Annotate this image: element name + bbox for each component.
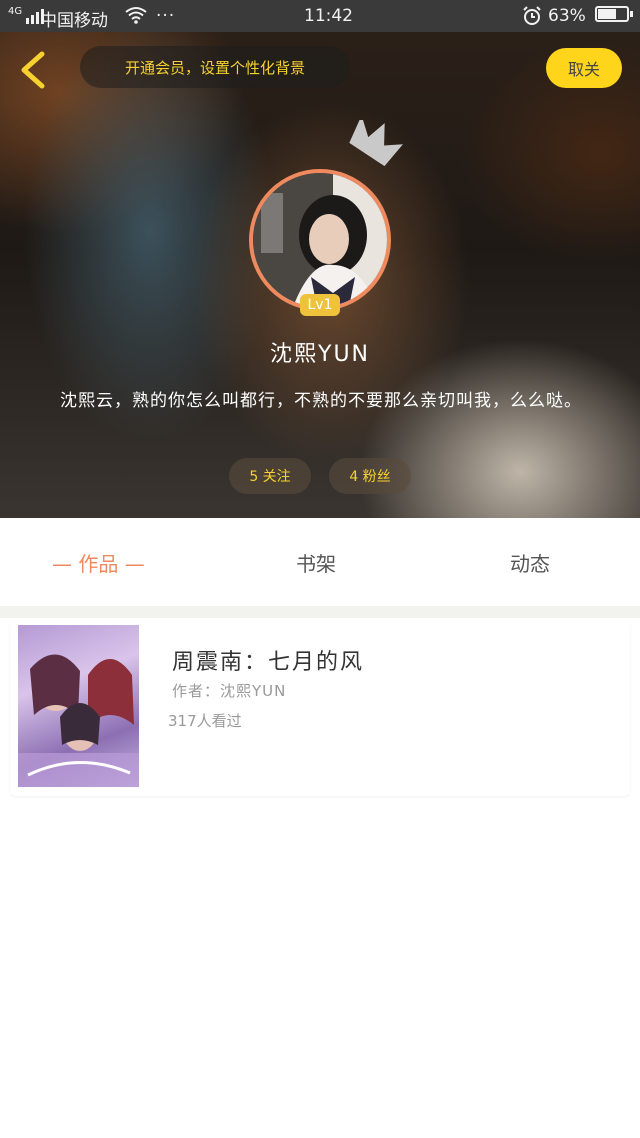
book-card[interactable]: 周震南：七月的风 作者：沈熙YUN 317人看过 [10, 618, 630, 796]
book-cover[interactable] [18, 625, 139, 787]
tab-works[interactable]: — 作品 — [52, 548, 145, 577]
book-author: 作者：沈熙YUN [172, 682, 287, 700]
divider [0, 606, 640, 618]
profile-header: 开通会员，设置个性化背景 取关 Lv1 沈熙YUN 沈熙云，熟的你怎么叫都行，不… [0, 32, 640, 518]
fans-count-button[interactable]: 4 粉丝 [329, 458, 411, 494]
tab-bookshelf[interactable]: 书架 [296, 548, 336, 577]
alarm-icon [523, 6, 541, 25]
network-type: 4G [8, 6, 23, 17]
unfollow-button[interactable]: 取关 [546, 48, 622, 88]
back-arrow-icon[interactable] [14, 50, 54, 90]
battery-percent: 63% [548, 6, 586, 26]
book-title[interactable]: 周震南：七月的风 [172, 644, 364, 676]
profile-tabs: — 作品 — 书架 动态 [0, 518, 640, 606]
vip-background-promo[interactable]: 开通会员，设置个性化背景 [80, 46, 350, 88]
book-view-count: 317人看过 [168, 712, 242, 730]
signal-icon: 4G [8, 6, 45, 24]
level-badge: Lv1 [300, 294, 340, 316]
carrier-name: 中国移动 [40, 11, 108, 31]
status-bar: 4G 中国移动 ··· 11:42 63% [0, 0, 640, 32]
crown-icon [349, 120, 403, 167]
cover-art [18, 654, 139, 787]
more-notifications-icon: ··· [156, 6, 176, 26]
user-bio: 沈熙云，熟的你怎么叫都行，不熟的不要那么亲切叫我，么么哒。 [60, 391, 582, 411]
user-nickname: 沈熙YUN [270, 342, 370, 367]
avatar-photo [253, 173, 387, 307]
avatar[interactable] [249, 169, 391, 311]
battery-icon [595, 6, 633, 22]
tab-moments[interactable]: 动态 [510, 548, 550, 577]
wifi-icon [125, 7, 147, 24]
clock: 11:42 [304, 6, 353, 26]
following-count-button[interactable]: 5 关注 [229, 458, 311, 494]
